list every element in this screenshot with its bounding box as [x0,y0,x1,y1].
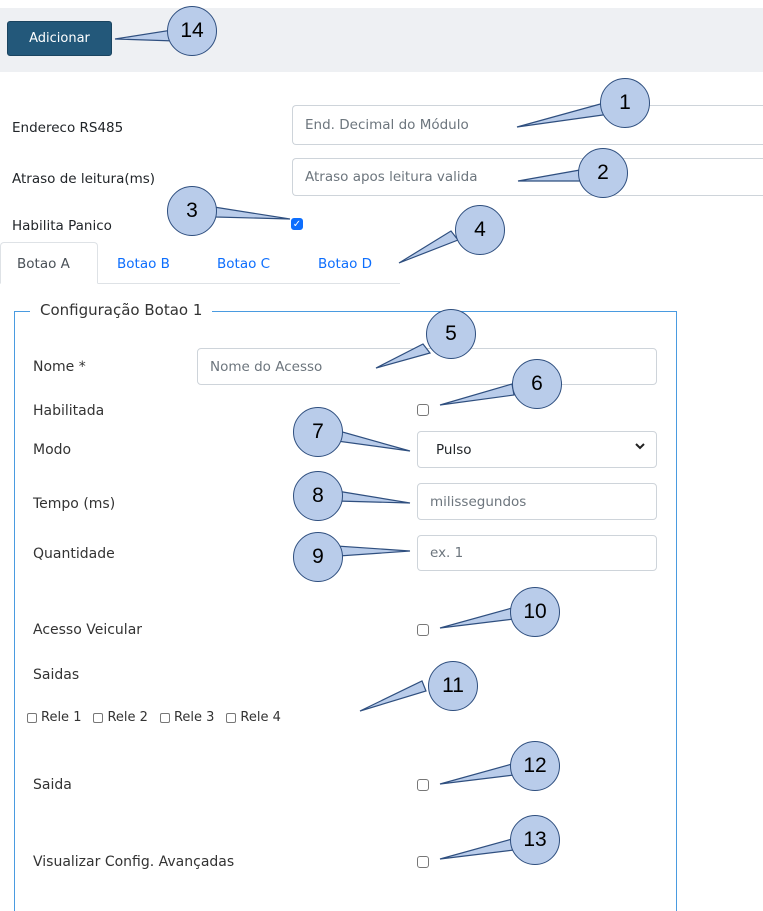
rele-4-option[interactable]: Rele 4 [226,710,281,725]
callout-badge: 12 [510,741,560,791]
callout-badge: 5 [426,309,476,359]
modo-select-value: Pulso [436,441,472,458]
tempo-input[interactable] [417,483,657,520]
tab-botao-c[interactable]: Botao C [217,256,270,272]
atraso-label: Atraso de leitura(ms) [12,171,156,187]
callout-badge: 13 [510,815,560,865]
rele-3-option[interactable]: Rele 3 [159,710,215,725]
callout-badge: 11 [428,661,478,711]
modo-select[interactable]: Pulso [417,431,657,468]
callout-badge: 9 [293,532,343,582]
tempo-label: Tempo (ms) [33,496,116,512]
callout-badge: 14 [167,6,217,56]
rele-4-checkbox[interactable] [226,712,237,723]
callout-badge: 3 [167,186,217,236]
avancadas-checkbox[interactable] [417,856,429,868]
tab-botao-a[interactable]: Botao A [0,242,98,284]
saida-label: Saida [33,777,72,793]
add-button[interactable]: Adicionar [7,21,112,56]
rele-1-checkbox[interactable] [27,712,37,723]
rele-2-checkbox[interactable] [93,712,104,723]
nome-label: Nome * [33,359,86,375]
saidas-label: Saidas [33,667,80,683]
panico-label: Habilita Panico [12,218,112,234]
top-toolbar [0,8,763,72]
rele-4-label: Rele 4 [240,710,281,725]
callout-badge: 7 [293,407,343,457]
callout-badge: 10 [510,587,560,637]
panico-checkbox[interactable]: ✓ [291,218,303,230]
tab-botao-b[interactable]: Botao B [117,256,170,272]
acesso-veicular-checkbox[interactable] [417,624,429,636]
chevron-down-icon [634,440,646,455]
rele-1-label: Rele 1 [41,710,82,725]
callout-badge: 6 [512,359,562,409]
nome-input[interactable] [197,348,657,385]
config-fieldset [14,311,677,911]
callout-pointer-3 [213,206,291,220]
callout-badge: 4 [455,205,505,255]
acesso-veicular-label: Acesso Veicular [33,622,143,638]
callout-pointer-4 [398,230,459,264]
rele-1-option[interactable]: Rele 1 [27,710,81,725]
habilitada-checkbox[interactable] [417,404,429,416]
callout-badge: 1 [600,78,650,128]
rele-3-label: Rele 3 [173,710,215,725]
habilitada-label: Habilitada [33,403,105,419]
saida-checkbox[interactable] [417,779,429,791]
callout-badge: 2 [578,148,628,198]
rele-2-label: Rele 2 [107,710,148,725]
tab-botao-d[interactable]: Botao D [318,256,372,272]
avancadas-label: Visualizar Config. Avançadas [33,854,235,870]
config-legend: Configuração Botao 1 [30,301,213,319]
modo-label: Modo [33,442,72,458]
endereco-label: Endereco RS485 [12,120,124,136]
atraso-input[interactable] [292,158,763,196]
saidas-reles: Rele 1 Rele 2 Rele 3 Rele 4 [27,710,289,725]
endereco-input[interactable] [292,105,763,145]
rele-2-option[interactable]: Rele 2 [93,710,148,725]
quantidade-label: Quantidade [33,546,115,562]
callout-badge: 8 [293,471,343,521]
rele-3-checkbox[interactable] [159,712,170,723]
quantidade-input[interactable] [417,535,657,571]
